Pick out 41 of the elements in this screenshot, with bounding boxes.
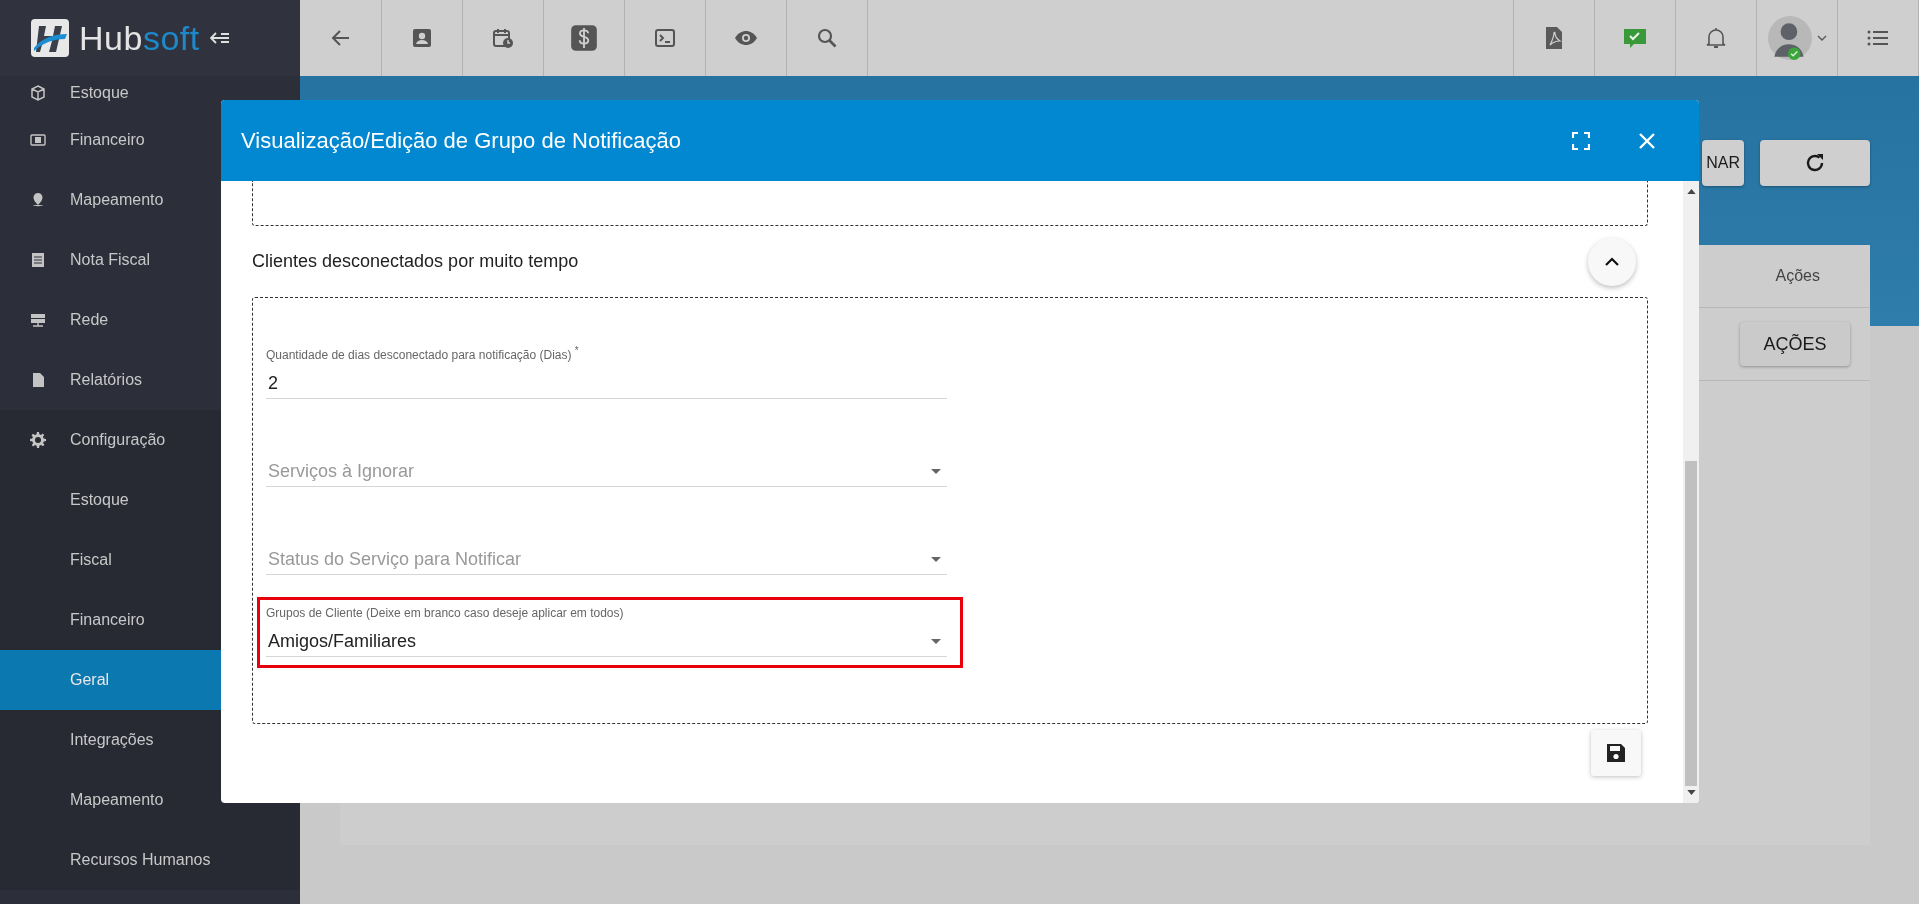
collapse-menu-icon[interactable]: [209, 31, 230, 45]
fullscreen-icon[interactable]: [1572, 131, 1590, 150]
section-title: Clientes desconectados por muito tempo: [252, 251, 579, 272]
chevron-icon: [1605, 257, 1619, 266]
scroll-down-icon[interactable]: [1686, 790, 1696, 795]
chat-check-icon[interactable]: [1623, 26, 1647, 50]
dropdown-arrow-icon: [931, 468, 941, 474]
server-icon: [30, 312, 46, 328]
refresh-button[interactable]: [1760, 140, 1870, 186]
map-pin-icon: [30, 192, 46, 208]
settings-icon: [30, 432, 46, 448]
terminal-icon[interactable]: [653, 26, 677, 50]
box-icon: [30, 85, 46, 101]
search-icon[interactable]: [815, 26, 839, 50]
dollar-icon[interactable]: [570, 24, 598, 52]
bell-icon[interactable]: [1704, 26, 1728, 50]
document-icon: [30, 252, 46, 268]
file-icon: [30, 372, 46, 388]
select-field[interactable]: Grupos de Cliente (Deixe em branco caso deseje aplicar em todos) Amigos/Familiares: [266, 606, 947, 657]
banknote-icon: [30, 132, 46, 148]
logo-icon: [30, 18, 70, 58]
sidebar-item[interactable]: Mapeamento: [0, 170, 300, 230]
caret-icon[interactable]: [1817, 35, 1827, 41]
page-action-button[interactable]: NAR: [1702, 140, 1744, 186]
sidebar-item[interactable]: Estoque: [0, 76, 300, 110]
dropdown-arrow-icon: [931, 638, 941, 644]
dropdown-arrow-icon: [931, 556, 941, 562]
input-field[interactable]: Quantidade de dias desconectado para notificação (Dias) $^{*}$ 2: [266, 311, 947, 399]
scroll-up-icon[interactable]: [1686, 189, 1696, 194]
modal-title: Visualização/Edição de Grupo de Notificação: [241, 127, 682, 154]
scrollbar[interactable]: [1683, 181, 1699, 803]
save-icon: [1606, 743, 1626, 763]
avatar-icon[interactable]: [1767, 15, 1813, 61]
close-icon[interactable]: [1638, 131, 1656, 150]
column-header: Ações: [1775, 267, 1820, 285]
brand-name: Hubsoft: [79, 21, 200, 55]
sidebar-item[interactable]: Recursos Humanos: [0, 830, 300, 890]
contact-card-icon[interactable]: [410, 26, 434, 50]
calendar-clock-icon[interactable]: [491, 26, 515, 50]
save-button[interactable]: [1591, 730, 1641, 776]
actions-button[interactable]: AÇÕES: [1740, 322, 1850, 366]
